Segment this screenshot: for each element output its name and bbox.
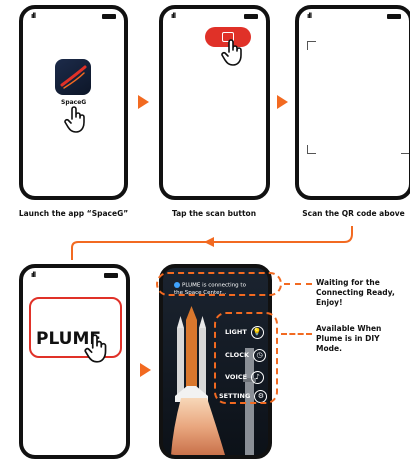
phone-plume-card: ıll PLUME xyxy=(19,264,130,459)
scan-frame-corner-bottom-right xyxy=(401,145,409,154)
arrow-step-1-to-2 xyxy=(138,95,149,109)
battery-icon xyxy=(244,14,258,19)
phone-scan-button: ıll xyxy=(159,5,270,200)
arrow-step-4-to-5 xyxy=(140,363,151,377)
connector-arrow xyxy=(71,226,353,260)
caption-scan-qr: Scan the QR code above xyxy=(302,209,405,218)
status-bar: ıll xyxy=(23,9,124,23)
phone-launch-app: ıll SpaceG xyxy=(19,5,128,200)
arrow-step-2-to-3 xyxy=(277,95,288,109)
signal-icon: ıll xyxy=(307,12,312,20)
connecting-highlight-box xyxy=(156,272,282,296)
status-bar: ıll xyxy=(163,9,266,23)
callout-line-available xyxy=(281,333,312,335)
tap-hand-icon xyxy=(84,334,107,363)
scan-frame-corner-top-left xyxy=(307,41,316,50)
status-bar: ıll xyxy=(23,268,126,282)
tap-hand-icon xyxy=(64,106,85,133)
phone-scan-qr: ıll xyxy=(295,5,410,200)
signal-icon: ıll xyxy=(31,271,36,279)
note-waiting: Waiting for the Connecting Ready, Enjoy! xyxy=(316,278,395,307)
battery-icon xyxy=(104,273,118,278)
battery-icon xyxy=(102,14,116,19)
caption-launch-app: Launch the app “SpaceG” xyxy=(18,209,129,218)
battery-icon xyxy=(387,14,401,19)
note-available: Available When Plume is in DIY Mode. xyxy=(316,324,382,353)
caption-tap-scan: Tap the scan button xyxy=(171,209,257,218)
signal-icon: ıll xyxy=(171,12,176,20)
status-bar: ıll xyxy=(299,9,409,23)
controls-highlight-box xyxy=(214,312,278,404)
callout-line-waiting xyxy=(284,283,312,285)
scan-frame-corner-bottom-left xyxy=(307,145,316,154)
rocket-logo-icon xyxy=(60,65,87,89)
tap-hand-icon xyxy=(221,39,242,66)
spaceg-app-icon[interactable] xyxy=(55,59,91,95)
signal-icon: ıll xyxy=(31,12,36,20)
